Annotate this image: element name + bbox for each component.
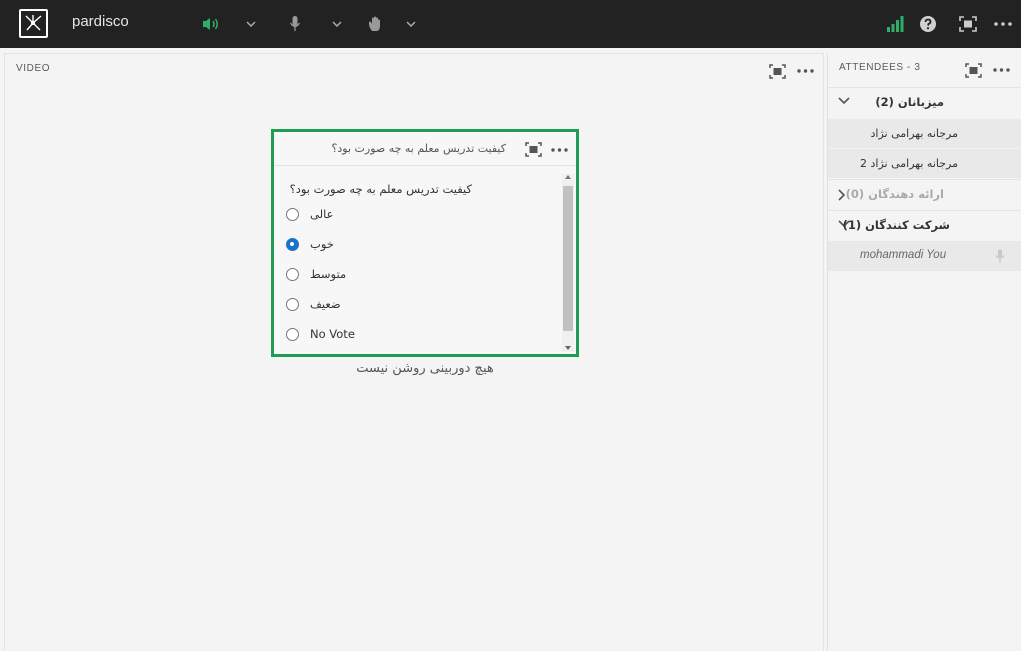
attendees-panel: ATTENDEES - 3 میزبانان (2) مرجانه بهرامی… [827,53,1021,651]
attendees-fullscreen-button[interactable] [963,61,983,79]
more-icon [992,68,1010,72]
more-icon [550,147,568,152]
more-icon [796,69,814,73]
attendee-name: مرجانه بهرامی نژاد 2 [860,157,958,170]
poll-body: کیفیت تدریس معلم به چه صورت بود؟ عالی خو… [274,167,576,354]
no-camera-message: هیچ دوربینی روشن نیست [356,361,494,376]
radio-button[interactable] [286,297,299,311]
microphone-button[interactable] [287,14,303,34]
attendee-group-hosts[interactable]: میزبانان (2) [828,87,1021,117]
chevron-down-icon [332,21,342,27]
connection-status[interactable] [885,14,905,34]
fullscreen-button[interactable] [958,14,978,34]
speaker-button[interactable] [200,14,222,34]
radio-button[interactable] [286,207,299,221]
speaker-icon [203,18,218,30]
raise-hand-button[interactable] [366,14,386,34]
radio-button[interactable] [286,327,299,341]
raise-hand-options-button[interactable] [404,14,418,34]
chevron-down-icon [406,21,416,27]
microphone-icon [289,16,301,31]
signal-icon [887,16,904,32]
attendee-name: مرجانه بهرامی نژاد [870,127,958,140]
app-name: pardisco [72,13,129,30]
poll-title: کیفیت تدریس معلم به چه صورت بود؟ [331,142,506,155]
video-panel-title: VIDEO [16,63,51,74]
poll-header: کیفیت تدریس معلم به چه صورت بود؟ [274,132,576,166]
poll-more-button[interactable] [548,141,570,158]
attendee-item[interactable]: مرجانه بهرامی نژاد [828,118,1021,148]
chevron-down-icon [838,97,850,105]
attendee-item[interactable]: مرجانه بهرامی نژاد 2 [828,148,1021,178]
attendees-title: ATTENDEES - 3 [839,62,921,73]
speaker-options-button[interactable] [244,14,258,34]
video-fullscreen-button[interactable] [767,62,787,80]
hand-icon [369,16,380,31]
poll-scrollbar[interactable] [562,174,574,352]
more-options-button[interactable] [993,14,1013,34]
poll-option-label: متوسط [310,267,347,281]
more-icon [994,22,1012,26]
poll-option[interactable]: خوب [286,235,334,253]
video-more-button[interactable] [794,62,816,80]
poll-option-label: ضعیف [310,297,341,311]
microphone-icon [995,249,1005,263]
logo-icon [19,9,48,38]
poll-widget: کیفیت تدریس معلم به چه صورت بود؟ کیفیت ت… [271,129,579,357]
scroll-thumb[interactable] [563,186,573,331]
radio-button-selected[interactable] [286,237,299,251]
scroll-down-icon[interactable] [565,346,571,350]
poll-option[interactable]: ضعیف [286,295,341,313]
poll-option-label: No Vote [310,327,355,341]
radio-button[interactable] [286,267,299,281]
attendee-name: mohammadi You [860,249,947,261]
fullscreen-icon [768,63,786,79]
group-label: ارائه دهندگان (0) [845,187,944,201]
poll-option-label: عالی [310,207,334,221]
poll-option[interactable]: No Vote [286,325,355,343]
attendee-group-participants[interactable]: شرکت کنندگان (1) [828,210,1021,240]
fullscreen-icon [964,62,982,78]
poll-option[interactable]: عالی [286,205,333,223]
help-icon [920,16,936,32]
fullscreen-icon [959,16,977,32]
poll-option[interactable]: متوسط [286,265,346,283]
microphone-options-button[interactable] [330,14,344,34]
attendees-more-button[interactable] [990,61,1012,79]
video-panel: VIDEO کیفیت تدریس معلم به چه صورت بود؟ ک… [4,53,824,651]
poll-question: کیفیت تدریس معلم به چه صورت بود؟ [289,182,472,196]
attendee-group-presenters[interactable]: ارائه دهندگان (0) [828,179,1021,209]
scroll-up-icon[interactable] [565,175,571,179]
group-label: میزبانان (2) [875,95,944,109]
poll-fullscreen-button[interactable] [523,141,543,158]
attendee-item-self[interactable]: mohammadi You [828,241,1021,271]
help-button[interactable] [918,14,938,34]
fullscreen-icon [524,142,542,157]
group-label: شرکت کنندگان (1) [842,218,950,232]
poll-option-label: خوب [310,237,334,251]
top-bar: pardisco [0,0,1021,48]
chevron-down-icon [246,21,256,27]
